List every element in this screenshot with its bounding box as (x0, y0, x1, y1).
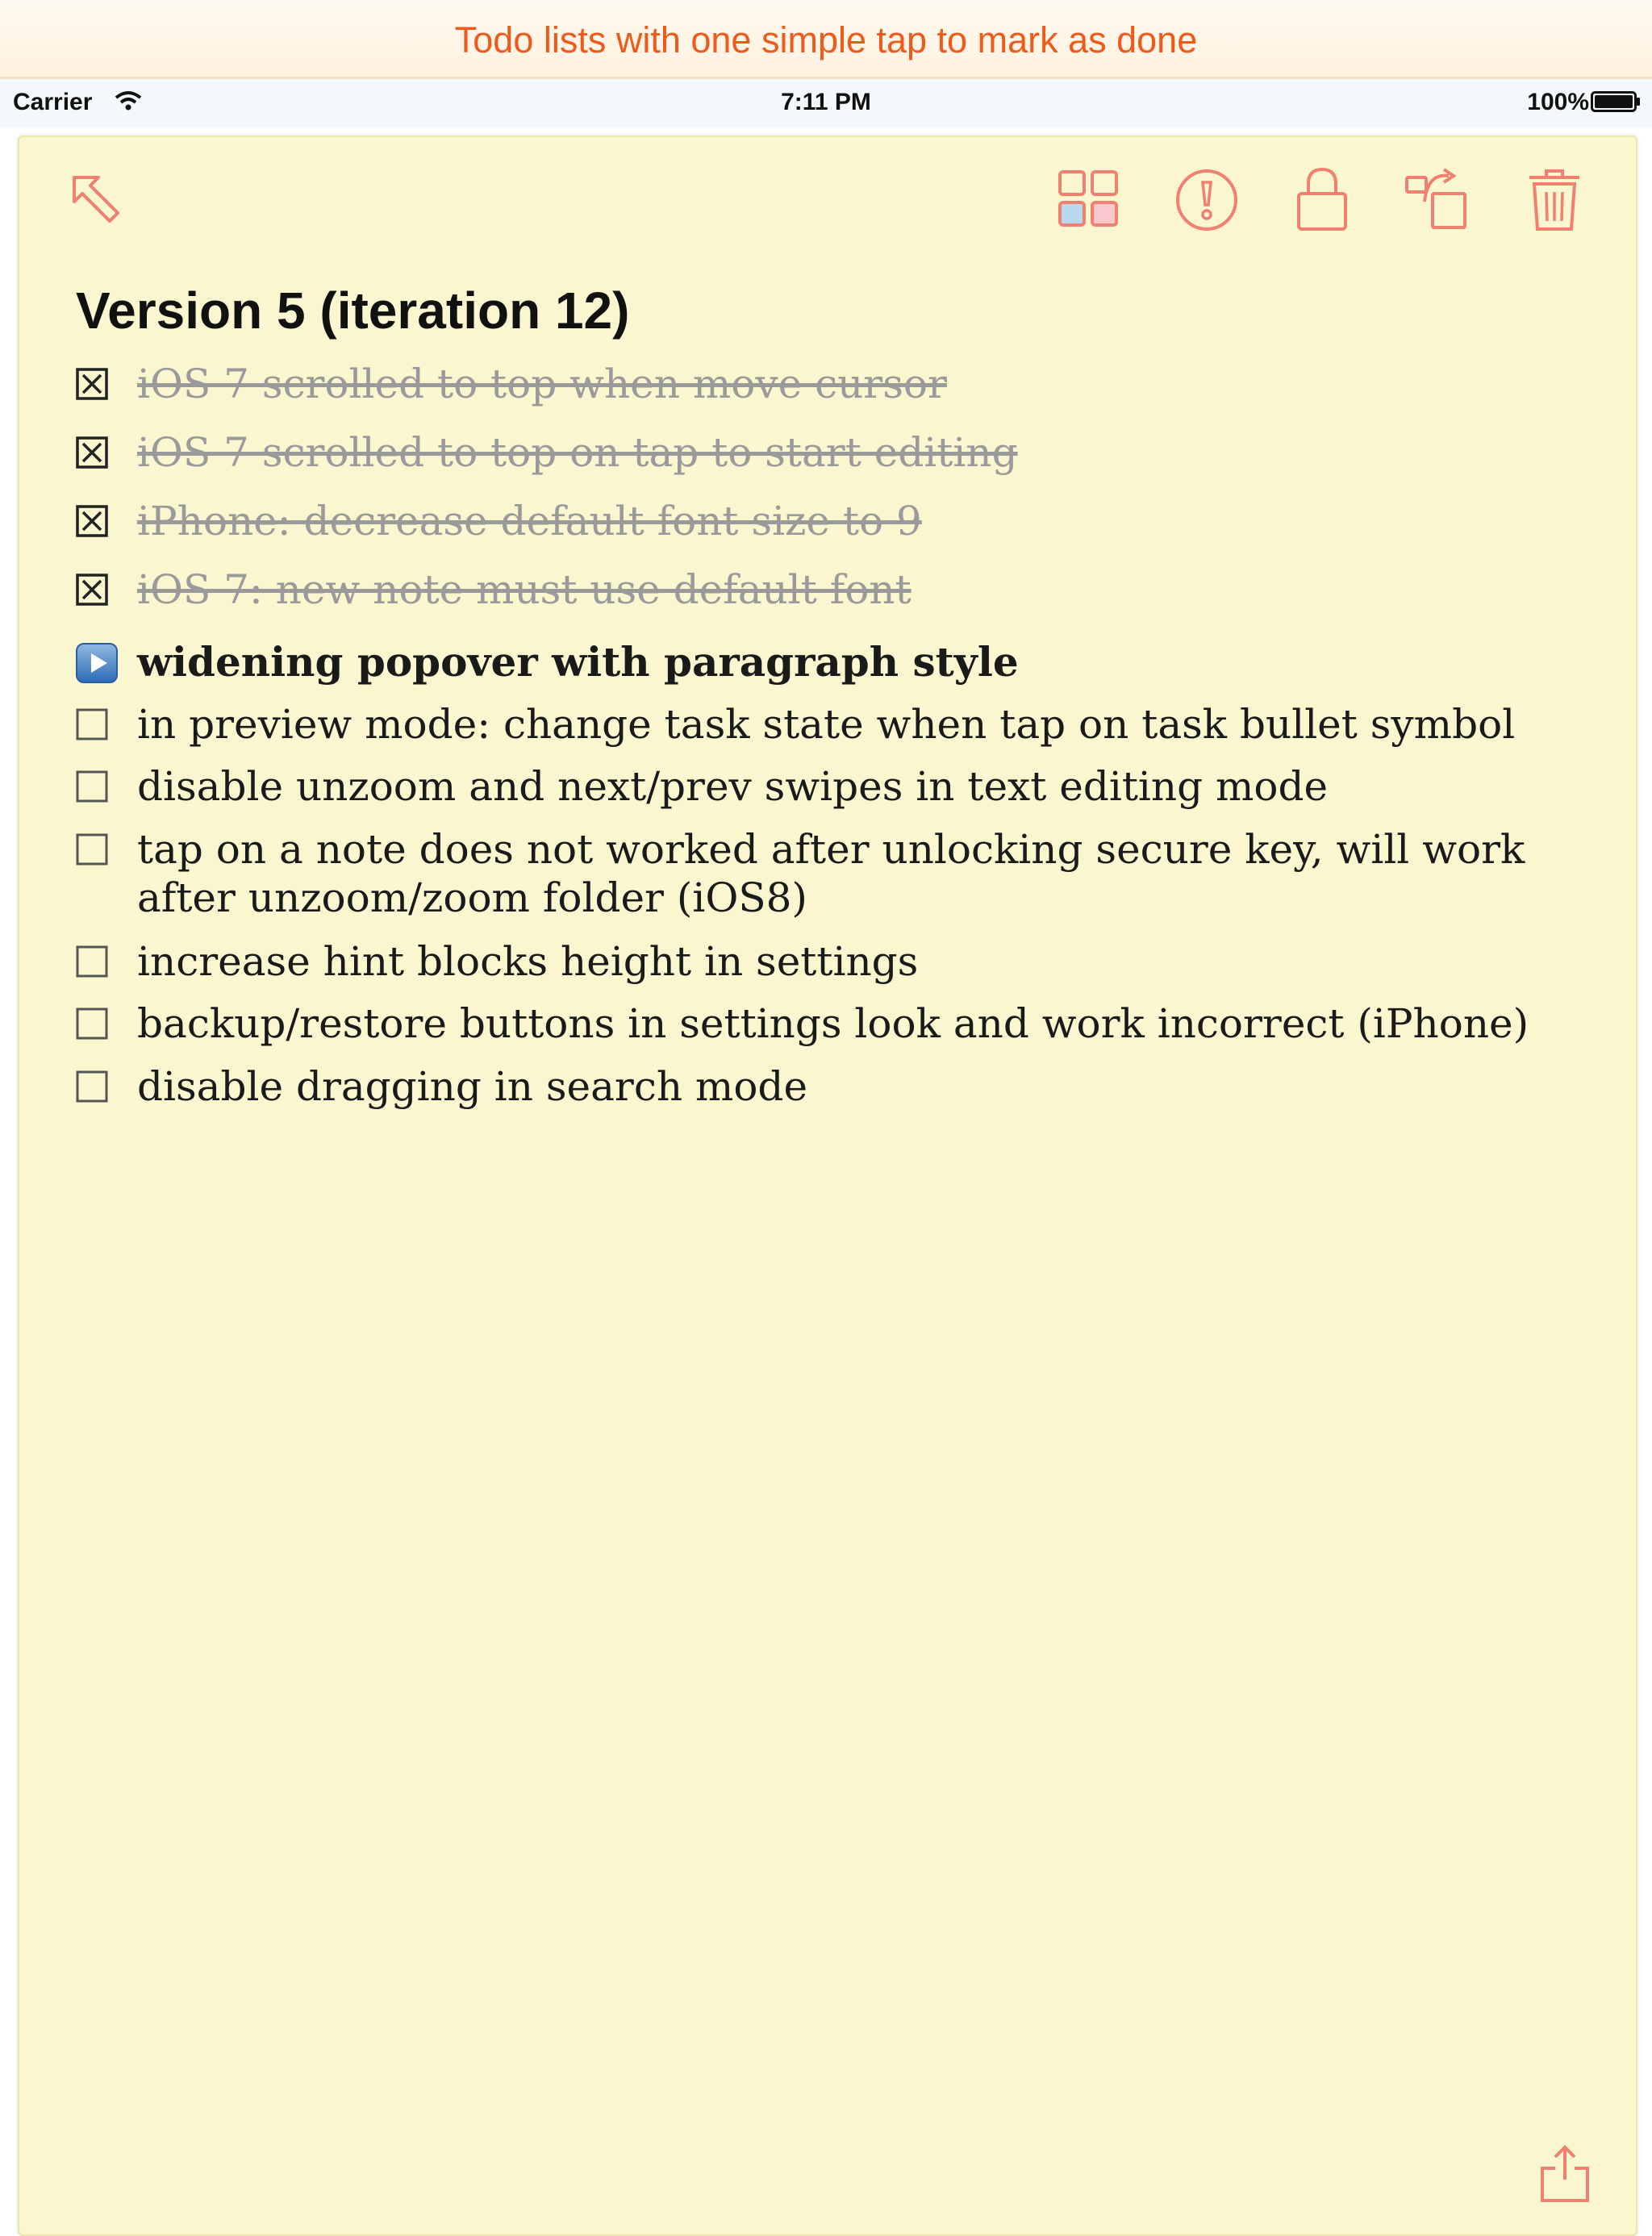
task-text: in preview mode: change task state when … (137, 701, 1516, 748)
task-item[interactable]: iOS 7 scrolled to top on tap to start ed… (76, 428, 1576, 477)
task-text: iOS 7 scrolled to top when move cursor (137, 361, 947, 407)
battery-percent: 100% (1527, 89, 1589, 115)
task-text: disable dragging in search mode (137, 1063, 808, 1110)
task-item[interactable]: iOS 7 scrolled to top when move cursor (76, 360, 1576, 408)
task-text: backup/restore buttons in settings look … (137, 1000, 1529, 1047)
task-item[interactable]: backup/restore buttons in settings look … (76, 999, 1576, 1048)
task-item[interactable]: iPhone: decrease default font size to 9 (76, 497, 1576, 545)
checkbox-icon[interactable] (76, 1070, 108, 1103)
task-item[interactable]: disable dragging in search mode (76, 1062, 1576, 1111)
checked-box-icon[interactable] (76, 505, 108, 537)
task-text: iOS 7: new note must use default font (137, 566, 912, 613)
task-text: iOS 7 scrolled to top on tap to start ed… (137, 429, 1018, 476)
task-item[interactable]: widening popover with paragraph style (76, 638, 1576, 686)
play-icon[interactable] (76, 643, 118, 683)
alert-icon[interactable] (1173, 166, 1241, 234)
task-item[interactable]: iOS 7: new note must use default font (76, 565, 1576, 614)
checkbox-icon[interactable] (76, 833, 108, 866)
checkbox-icon[interactable] (76, 770, 108, 803)
share-icon[interactable] (1537, 2144, 1592, 2204)
checked-box-icon[interactable] (76, 436, 108, 469)
checkbox-icon[interactable] (76, 708, 108, 740)
lock-icon[interactable] (1295, 166, 1349, 232)
task-text: tap on a note does not worked after unlo… (137, 826, 1525, 921)
checked-box-icon[interactable] (76, 574, 108, 606)
task-text: iPhone: decrease default font size to 9 (137, 498, 922, 544)
promo-banner: Todo lists with one simple tap to mark a… (0, 0, 1652, 79)
task-text: disable unzoom and next/prev swipes in t… (137, 763, 1329, 810)
battery-icon (1591, 91, 1640, 112)
grid-icon[interactable] (1057, 169, 1121, 231)
status-bar: Carrier 7:11 PM 100% (0, 79, 1652, 127)
checked-box-icon[interactable] (76, 368, 108, 400)
arrow-up-left-icon[interactable] (69, 173, 124, 226)
task-item[interactable]: in preview mode: change task state when … (76, 700, 1576, 749)
task-item[interactable]: disable unzoom and next/prev swipes in t… (76, 762, 1576, 811)
trash-icon[interactable] (1526, 168, 1583, 232)
task-item[interactable]: increase hint blocks height in settings (76, 937, 1576, 986)
checkbox-icon[interactable] (76, 1007, 108, 1040)
move-icon[interactable] (1404, 166, 1473, 232)
task-text: increase hint blocks height in settings (137, 938, 919, 985)
banner-text: Todo lists with one simple tap to mark a… (454, 19, 1198, 60)
task-item[interactable]: tap on a note does not worked after unlo… (76, 825, 1576, 922)
checkbox-icon[interactable] (76, 945, 108, 978)
note-title[interactable]: Version 5 (iteration 12) (76, 278, 629, 343)
clock: 7:11 PM (781, 89, 871, 115)
task-text: widening popover with paragraph style (137, 638, 1019, 686)
